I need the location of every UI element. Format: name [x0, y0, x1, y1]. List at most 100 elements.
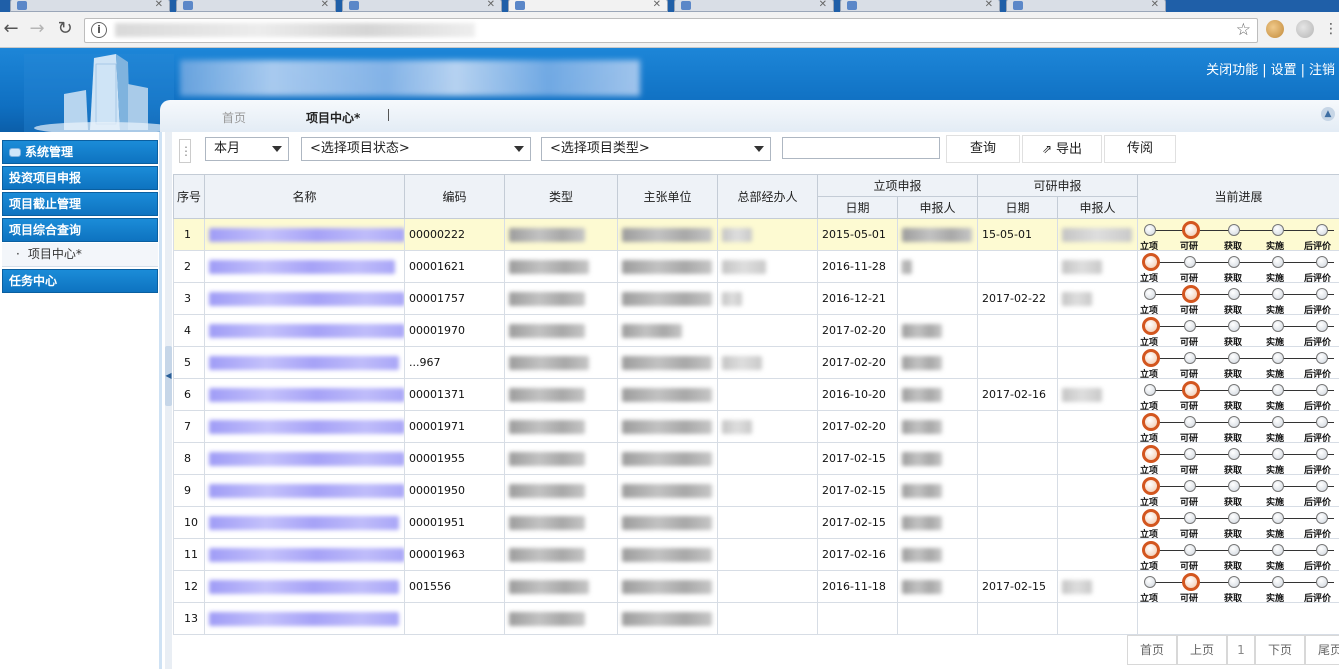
- close-tab-icon[interactable]: ✕: [487, 0, 495, 11]
- table-row[interactable]: 10 00001951 2017-02-15 立项 可研 获取 实施 后评价: [173, 506, 1339, 539]
- tab-home[interactable]: 首页: [222, 109, 246, 126]
- browser-tab[interactable]: ✕: [1006, 0, 1166, 12]
- progress-node-current-icon[interactable]: [1142, 412, 1161, 431]
- sidebar-item-task-center[interactable]: 任务中心: [2, 269, 158, 293]
- type-select[interactable]: <选择项目类型>: [541, 137, 771, 161]
- progress-node-icon[interactable]: [1184, 255, 1197, 268]
- table-row[interactable]: 12 001556 2016-11-18 2017-02-15 立项 可研 获取 实施 后评价: [173, 570, 1339, 603]
- last-page-button[interactable]: 尾页: [1305, 635, 1339, 665]
- browser-tab[interactable]: ✕: [342, 0, 502, 12]
- sidebar-item-project-query[interactable]: 项目综合查询: [2, 218, 158, 242]
- progress-node-icon[interactable]: [1144, 287, 1157, 300]
- table-row[interactable]: 9 00001950 2017-02-15 立项 可研 获取 实施 后评价: [173, 474, 1339, 507]
- progress-node-icon[interactable]: [1272, 383, 1285, 396]
- column-header-manager[interactable]: 总部经办人: [717, 174, 818, 219]
- progress-node-icon[interactable]: [1228, 383, 1241, 396]
- close-function-link[interactable]: 关闭功能: [1206, 63, 1258, 78]
- sidebar-item-investment-apply[interactable]: 投资项目申报: [2, 166, 158, 190]
- column-header-code[interactable]: 编码: [404, 174, 505, 219]
- extension-cookie-icon[interactable]: [1266, 20, 1284, 38]
- progress-node-icon[interactable]: [1272, 319, 1285, 332]
- progress-node-icon[interactable]: [1316, 255, 1329, 268]
- logout-link[interactable]: 注销: [1309, 63, 1335, 78]
- progress-node-icon[interactable]: [1228, 447, 1241, 460]
- browser-tab[interactable]: ✕: [840, 0, 1000, 12]
- extension-icon[interactable]: [1296, 20, 1314, 38]
- table-row[interactable]: 5 ...967 2017-02-20 立项 可研 获取 实施 后评价: [173, 346, 1339, 379]
- progress-node-icon[interactable]: [1184, 351, 1197, 364]
- address-bar[interactable]: i ☆: [84, 18, 1258, 43]
- progress-node-icon[interactable]: [1228, 287, 1241, 300]
- progress-node-icon[interactable]: [1228, 351, 1241, 364]
- progress-node-icon[interactable]: [1228, 415, 1241, 428]
- sidebar-item-deadline-management[interactable]: 项目截止管理: [2, 192, 158, 216]
- close-tab-icon[interactable]: ✕: [653, 0, 661, 11]
- browser-tab[interactable]: ✕: [176, 0, 336, 12]
- progress-node-icon[interactable]: [1272, 543, 1285, 556]
- close-tab-icon[interactable]: ✕: [985, 0, 993, 11]
- column-header-approval-reporter[interactable]: 申报人: [896, 196, 979, 219]
- progress-node-current-icon[interactable]: [1182, 572, 1201, 591]
- progress-node-icon[interactable]: [1272, 511, 1285, 524]
- table-row[interactable]: 4 00001970 2017-02-20 立项 可研 获取 实施 后评价: [173, 314, 1339, 347]
- progress-node-icon[interactable]: [1316, 383, 1329, 396]
- progress-node-icon[interactable]: [1316, 543, 1329, 556]
- progress-node-icon[interactable]: [1316, 319, 1329, 332]
- site-info-icon[interactable]: i: [91, 22, 107, 38]
- progress-node-icon[interactable]: [1184, 447, 1197, 460]
- progress-node-icon[interactable]: [1272, 447, 1285, 460]
- progress-node-icon[interactable]: [1228, 319, 1241, 332]
- bookmark-star-icon[interactable]: ☆: [1236, 20, 1251, 40]
- next-page-button[interactable]: 下页: [1255, 635, 1305, 665]
- table-row[interactable]: 2 00001621 2016-11-28 立项 可研 获取 实施 后评价: [173, 250, 1339, 283]
- table-row[interactable]: 6 00001371 2016-10-20 2017-02-16 立项 可研 获取 实施 后评价: [173, 378, 1339, 411]
- table-row[interactable]: 1 00000222 2015-05-01 15-05-01 立项 可研 获取 实施 后评价: [173, 218, 1339, 251]
- column-header-progress[interactable]: 当前进展: [1137, 174, 1339, 219]
- progress-node-icon[interactable]: [1144, 223, 1157, 236]
- progress-node-current-icon[interactable]: [1142, 540, 1161, 559]
- progress-node-current-icon[interactable]: [1182, 220, 1201, 239]
- table-row[interactable]: 7 00001971 2017-02-20 立项 可研 获取 实施 后评价: [173, 410, 1339, 443]
- progress-node-icon[interactable]: [1184, 319, 1197, 332]
- sidebar-splitter[interactable]: ◀: [165, 132, 172, 669]
- forward-arrow-icon[interactable]: →: [26, 18, 48, 40]
- progress-node-icon[interactable]: [1272, 223, 1285, 236]
- prev-page-button[interactable]: 上页: [1177, 635, 1227, 665]
- progress-node-icon[interactable]: [1316, 351, 1329, 364]
- tab-project-center[interactable]: 项目中心*: [306, 109, 360, 126]
- progress-node-current-icon[interactable]: [1142, 508, 1161, 527]
- reload-icon[interactable]: ↻: [54, 18, 76, 40]
- browser-tab[interactable]: ✕: [674, 0, 834, 12]
- progress-node-icon[interactable]: [1228, 575, 1241, 588]
- progress-node-icon[interactable]: [1272, 415, 1285, 428]
- progress-node-current-icon[interactable]: [1182, 284, 1201, 303]
- close-tab-icon[interactable]: ✕: [155, 0, 163, 11]
- column-header-name[interactable]: 名称: [204, 174, 405, 219]
- status-select[interactable]: <选择项目状态>: [301, 137, 531, 161]
- column-header-approval-date[interactable]: 日期: [817, 196, 898, 219]
- browser-menu-icon[interactable]: ⋮: [1320, 18, 1339, 40]
- sidebar-subitem-project-center[interactable]: · 项目中心*: [2, 243, 158, 267]
- search-input[interactable]: [782, 137, 940, 159]
- progress-node-icon[interactable]: [1272, 575, 1285, 588]
- progress-node-icon[interactable]: [1184, 511, 1197, 524]
- progress-node-icon[interactable]: [1272, 287, 1285, 300]
- collapse-header-icon[interactable]: ▲: [1321, 107, 1335, 121]
- close-tab-icon[interactable]: ✕: [819, 0, 827, 11]
- back-arrow-icon[interactable]: ←: [0, 18, 22, 40]
- progress-node-icon[interactable]: [1316, 479, 1329, 492]
- progress-node-icon[interactable]: [1272, 255, 1285, 268]
- table-row[interactable]: 8 00001955 2017-02-15 立项 可研 获取 实施 后评价: [173, 442, 1339, 475]
- column-header-unit[interactable]: 主张单位: [617, 174, 718, 219]
- progress-node-current-icon[interactable]: [1142, 476, 1161, 495]
- table-row[interactable]: 3 00001757 2016-12-21 2017-02-22 立项 可研 获取 实施 后评价: [173, 282, 1339, 315]
- progress-node-current-icon[interactable]: [1142, 444, 1161, 463]
- progress-node-icon[interactable]: [1316, 575, 1329, 588]
- progress-node-icon[interactable]: [1272, 479, 1285, 492]
- column-header-feasibility-reporter[interactable]: 申报人: [1057, 196, 1139, 219]
- progress-node-icon[interactable]: [1316, 287, 1329, 300]
- first-page-button[interactable]: 首页: [1127, 635, 1177, 665]
- collapse-sidebar-icon[interactable]: ◀: [165, 346, 172, 406]
- progress-node-icon[interactable]: [1316, 223, 1329, 236]
- close-tab-icon[interactable]: ✕: [1151, 0, 1159, 11]
